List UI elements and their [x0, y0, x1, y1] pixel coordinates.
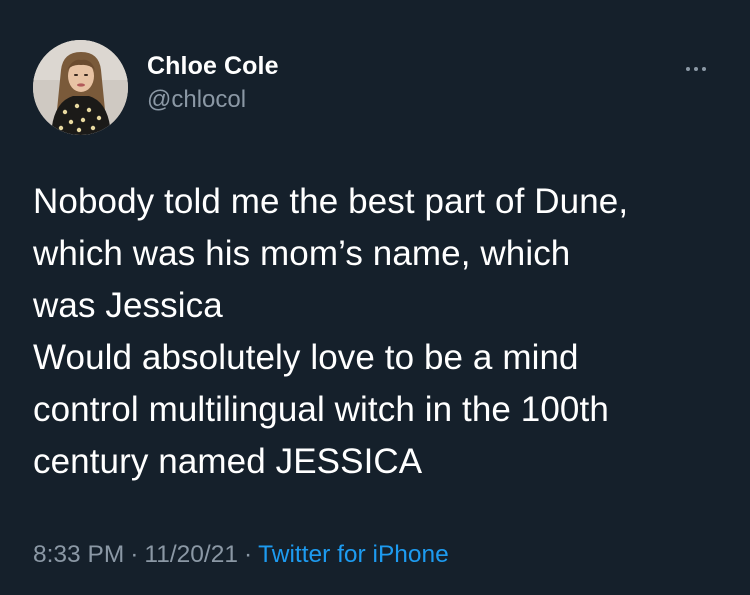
separator: · [130, 541, 139, 568]
author-display-name[interactable]: Chloe Cole [147, 52, 279, 81]
more-horizontal-icon [686, 67, 690, 71]
more-options-button[interactable] [676, 56, 716, 82]
tweet-text: Nobody told me the best part of Dune, wh… [33, 182, 629, 481]
author-handle[interactable]: @chlocol [147, 86, 246, 114]
tweet-source-link[interactable]: Twitter for iPhone [258, 541, 449, 568]
separator: · [243, 541, 253, 568]
tweet-metadata: 8:33 PM · 11/20/21 · Twitter for iPhone [33, 541, 449, 569]
tweet-card: Chloe Cole @chlocol Nobody told me the b… [0, 0, 750, 595]
tweet-date[interactable]: 11/20/21 [144, 541, 238, 568]
avatar[interactable] [33, 40, 128, 135]
tweet-time[interactable]: 8:33 PM [33, 541, 124, 568]
avatar-image [33, 40, 128, 135]
more-horizontal-icon-dot-3 [702, 67, 706, 71]
more-horizontal-icon-dot-2 [694, 67, 698, 71]
